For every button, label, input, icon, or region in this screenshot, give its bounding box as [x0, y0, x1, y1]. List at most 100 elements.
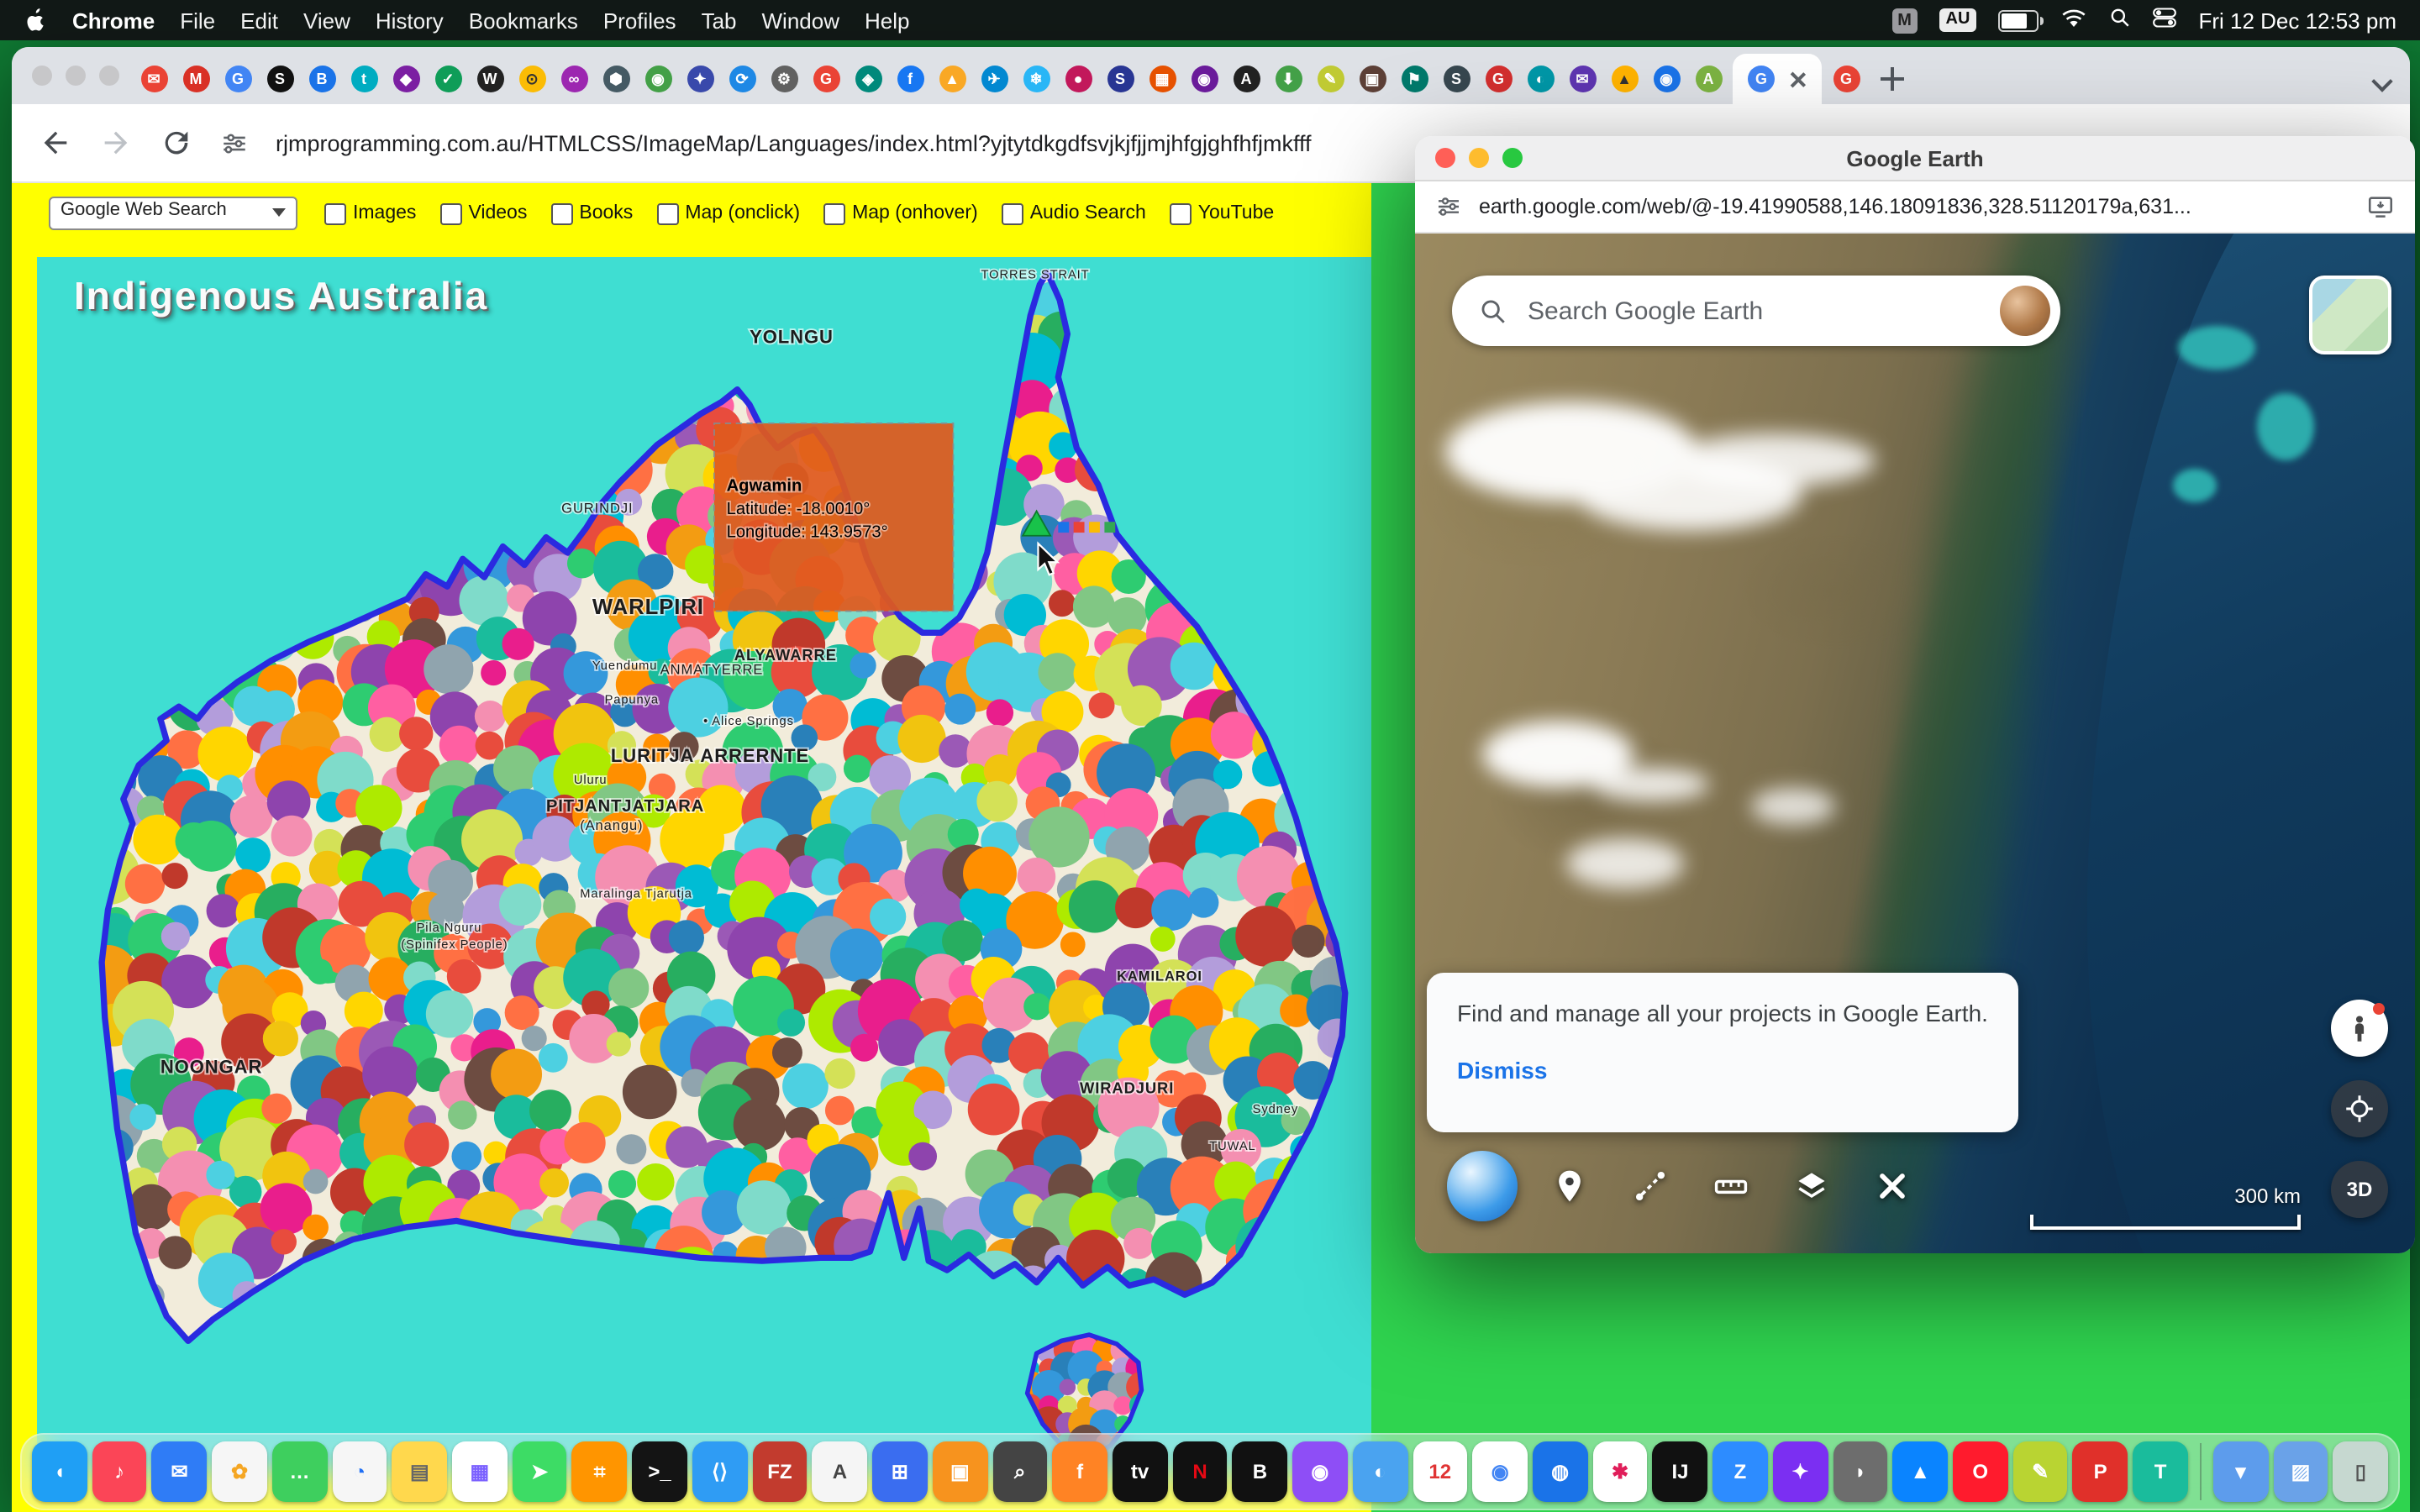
language-region[interactable]	[1260, 549, 1290, 578]
pinned-tab[interactable]: W	[469, 54, 511, 104]
language-region[interactable]	[1281, 659, 1318, 696]
pinned-tab[interactable]: B	[301, 54, 343, 104]
language-region[interactable]	[197, 348, 230, 381]
language-region[interactable]	[1142, 315, 1176, 349]
dock-icon-teal-app[interactable]: T	[2133, 1441, 2187, 1502]
checkbox[interactable]	[550, 202, 572, 224]
language-region[interactable]	[1112, 1320, 1134, 1343]
language-region[interactable]	[85, 651, 144, 710]
language-region[interactable]	[547, 377, 586, 416]
language-region[interactable]	[560, 349, 606, 394]
control-center-icon[interactable]	[2153, 7, 2176, 34]
language-region[interactable]	[522, 257, 574, 286]
language-region[interactable]	[1188, 887, 1218, 917]
language-region[interactable]	[877, 314, 916, 353]
language-region[interactable]	[355, 785, 402, 831]
language-region[interactable]	[776, 282, 804, 310]
language-region[interactable]	[529, 1089, 571, 1131]
language-region[interactable]	[825, 1096, 855, 1126]
pegman-button[interactable]	[2331, 1000, 2388, 1057]
language-region[interactable]	[1232, 1260, 1291, 1319]
language-region[interactable]	[307, 958, 332, 984]
language-region[interactable]	[498, 382, 530, 414]
pinned-tab[interactable]: ◈	[847, 54, 889, 104]
language-region[interactable]	[870, 899, 906, 935]
language-region[interactable]	[1269, 551, 1328, 610]
dock-icon-gimp[interactable]: ◗	[1833, 1441, 1887, 1502]
language-region[interactable]	[161, 922, 190, 951]
language-region[interactable]	[1287, 344, 1326, 381]
language-region[interactable]	[976, 468, 1034, 526]
language-region[interactable]	[1315, 1135, 1349, 1169]
language-region[interactable]	[144, 482, 171, 510]
option-books[interactable]: Books	[550, 202, 633, 224]
language-region[interactable]	[504, 344, 549, 389]
language-region[interactable]	[1016, 1317, 1044, 1346]
language-region[interactable]	[623, 1065, 677, 1120]
language-region[interactable]	[744, 1271, 793, 1320]
language-region[interactable]	[1334, 1095, 1359, 1121]
language-region[interactable]	[143, 554, 179, 590]
language-region[interactable]	[1085, 260, 1122, 297]
overview-minimap[interactable]	[2309, 276, 2391, 354]
language-region[interactable]	[491, 1048, 542, 1100]
language-region[interactable]	[1060, 932, 1086, 958]
language-region[interactable]	[737, 1180, 792, 1235]
pinned-tab[interactable]: ⬇	[1267, 54, 1309, 104]
language-region[interactable]	[873, 615, 921, 662]
language-region[interactable]	[301, 487, 332, 518]
language-region[interactable]	[607, 1032, 631, 1056]
language-region[interactable]	[1211, 257, 1270, 304]
language-region[interactable]	[1311, 260, 1347, 297]
language-region[interactable]	[369, 479, 416, 526]
language-region[interactable]	[734, 1099, 786, 1151]
language-region[interactable]	[246, 383, 276, 413]
dock-icon-iterm[interactable]: >_	[632, 1441, 687, 1502]
account-avatar[interactable]	[2000, 286, 2050, 336]
pinned-tab[interactable]: ▦	[1141, 54, 1183, 104]
language-region[interactable]	[187, 608, 245, 666]
language-region[interactable]	[83, 713, 137, 766]
language-region[interactable]	[70, 449, 116, 496]
language-region[interactable]	[51, 649, 108, 706]
language-region[interactable]	[1273, 420, 1318, 465]
language-region[interactable]	[60, 1165, 112, 1217]
language-region[interactable]	[902, 349, 950, 396]
language-region[interactable]	[1107, 419, 1166, 478]
language-region[interactable]	[167, 647, 213, 693]
language-region[interactable]	[1258, 653, 1290, 685]
language-region[interactable]	[1293, 487, 1327, 521]
language-region[interactable]	[583, 393, 617, 427]
language-region[interactable]	[245, 526, 272, 554]
language-region[interactable]	[159, 1236, 192, 1269]
language-region[interactable]	[1281, 1194, 1317, 1231]
pinned-tab[interactable]: ▣	[1351, 54, 1393, 104]
language-region[interactable]	[637, 1163, 674, 1200]
language-region[interactable]	[1123, 1228, 1155, 1259]
language-region[interactable]	[336, 317, 368, 349]
language-region[interactable]	[66, 421, 111, 465]
language-region[interactable]	[1223, 597, 1261, 636]
layers-globe-button[interactable]	[1447, 1151, 1518, 1221]
checkbox[interactable]	[656, 202, 678, 224]
language-region[interactable]	[1123, 350, 1158, 385]
menu-item-history[interactable]: History	[376, 8, 444, 33]
language-region[interactable]	[390, 1265, 439, 1314]
language-region[interactable]	[1038, 653, 1077, 692]
language-region[interactable]	[107, 468, 138, 499]
menu-item-bookmarks[interactable]: Bookmarks	[469, 8, 578, 33]
language-region[interactable]	[1282, 528, 1314, 560]
language-region[interactable]	[235, 837, 271, 873]
language-region[interactable]	[1274, 577, 1328, 632]
menu-item-window[interactable]: Window	[762, 8, 840, 33]
language-region[interactable]	[1150, 512, 1184, 547]
language-region[interactable]	[529, 332, 590, 392]
language-region[interactable]	[646, 349, 673, 375]
language-region[interactable]	[564, 1122, 605, 1163]
pinned-tab[interactable]: ◉	[1183, 54, 1225, 104]
pinned-tab[interactable]: ✉	[1561, 54, 1603, 104]
language-region[interactable]	[1260, 480, 1302, 522]
language-region[interactable]	[211, 536, 274, 599]
language-region[interactable]	[897, 715, 945, 763]
language-region[interactable]	[1165, 433, 1230, 498]
